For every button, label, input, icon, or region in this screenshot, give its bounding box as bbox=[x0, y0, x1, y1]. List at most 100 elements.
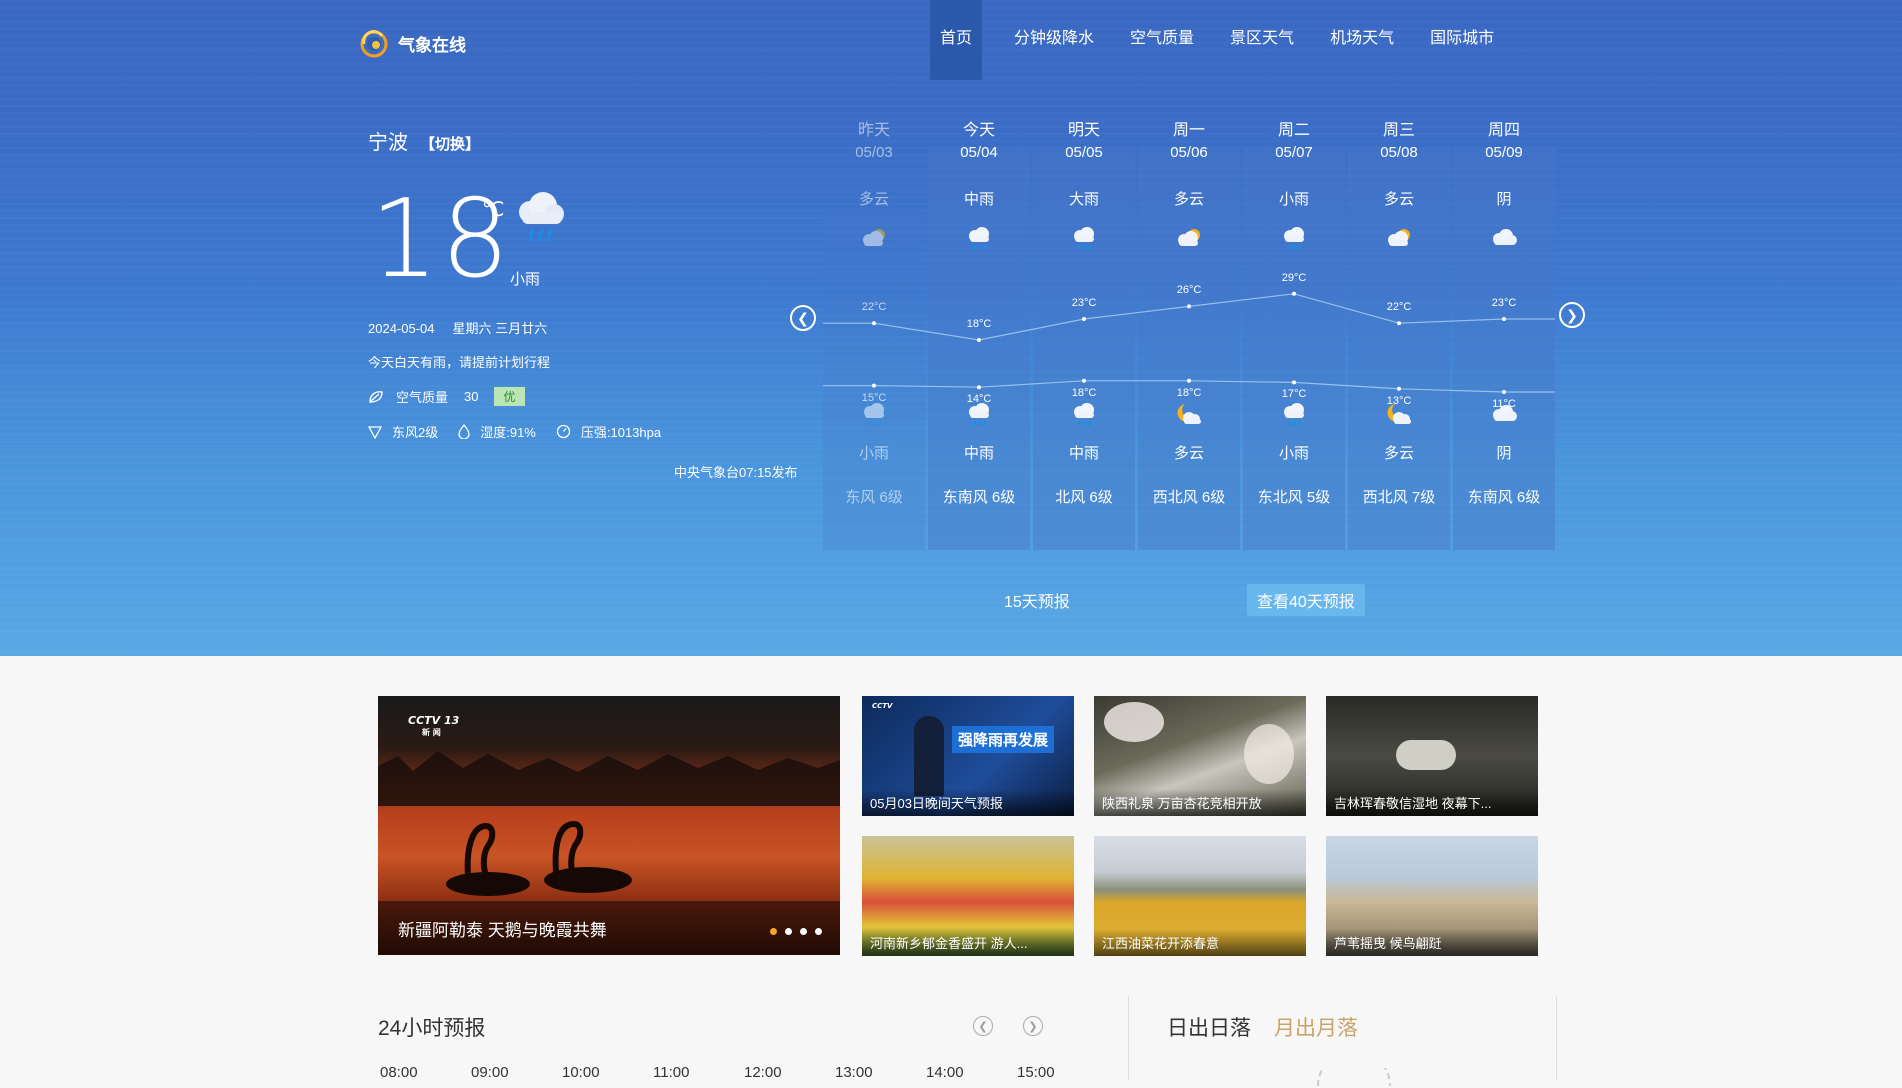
nav-scenic-weather[interactable]: 景区天气 bbox=[1212, 0, 1312, 80]
date-line: 2024-05-04 星期六 三月廿六 bbox=[368, 318, 547, 337]
nav-minute-precipitation[interactable]: 分钟级降水 bbox=[996, 0, 1112, 80]
air-quality-row[interactable]: 空气质量 30 优 bbox=[368, 387, 525, 406]
rain-icon bbox=[823, 400, 925, 440]
day-name: 周四 bbox=[1487, 122, 1520, 139]
hour-label: 08:00 bbox=[380, 1064, 418, 1081]
thumb-caption: 吉林珲春敬信湿地 夜幕下... bbox=[1326, 789, 1538, 816]
forecast-next-button[interactable]: ❯ bbox=[1559, 302, 1585, 328]
thumb-caption: 05月03日晚间天气预报 bbox=[862, 789, 1074, 816]
day-date: 05/09 bbox=[1485, 144, 1523, 161]
hour-label: 12:00 bbox=[744, 1064, 782, 1081]
carousel-dots bbox=[770, 928, 822, 935]
hour-label: 14:00 bbox=[926, 1064, 964, 1081]
forecast-day[interactable]: 周三 05/08 多云 多云 西北风 7级 bbox=[1348, 116, 1450, 550]
wind-direction-icon bbox=[368, 425, 382, 439]
forecast-day[interactable]: 周一 05/06 多云 多云 西北风 6级 bbox=[1138, 116, 1240, 550]
day-weather: 大雨 bbox=[1068, 191, 1099, 208]
cloud-icon bbox=[1453, 224, 1555, 264]
day-weather: 多云 bbox=[1383, 191, 1414, 208]
hour-label: 10:00 bbox=[562, 1064, 600, 1081]
carousel-dot[interactable] bbox=[785, 928, 792, 935]
day-weather: 多云 bbox=[1173, 191, 1204, 208]
day-wind: 东南风 6级 bbox=[1467, 489, 1541, 506]
forecast-day[interactable]: 今天 05/04 中雨 中雨 东南风 6级 bbox=[928, 116, 1030, 550]
rain-icon bbox=[1033, 224, 1135, 264]
video-thumb-wetland[interactable]: 吉林珲春敬信湿地 夜幕下... bbox=[1326, 696, 1538, 816]
hourly-title: 24小时预报 bbox=[378, 1017, 486, 1040]
current-city: 宁波 【切换】 bbox=[368, 126, 480, 155]
site-logo[interactable]: 气象在线 bbox=[356, 28, 466, 58]
air-quality-value: 30 bbox=[464, 389, 479, 404]
forecast-day[interactable]: 周四 05/09 阴阴东南风 6级 bbox=[1453, 116, 1555, 550]
nav-home[interactable]: 首页 bbox=[930, 0, 983, 80]
day-date: 05/05 bbox=[1065, 144, 1103, 161]
fifteen-day-forecast-button[interactable]: 15天预报 bbox=[1004, 588, 1070, 612]
nav-airport-weather[interactable]: 机场天气 bbox=[1312, 0, 1412, 80]
night-weather: 阴 bbox=[1496, 445, 1512, 462]
section-divider bbox=[1556, 996, 1557, 1080]
low-temp-label: 11°C bbox=[1492, 398, 1516, 410]
chevron-left-icon: ❮ bbox=[797, 309, 809, 326]
day-wind: 北风 6级 bbox=[1055, 489, 1113, 506]
day-weather: 小雨 bbox=[1278, 191, 1309, 208]
video-thumb-reed[interactable]: 芦苇摇曳 候鸟翩跹 bbox=[1326, 836, 1538, 956]
hourly-prev-button[interactable]: ❮ bbox=[973, 1016, 993, 1036]
hour-label: 09:00 bbox=[471, 1064, 509, 1081]
day-wind: 东南风 6级 bbox=[942, 489, 1016, 506]
day-wind: 东北风 5级 bbox=[1257, 489, 1331, 506]
hourly-next-button[interactable]: ❯ bbox=[1023, 1016, 1043, 1036]
day-name: 周一 bbox=[1172, 122, 1205, 139]
hour-label: 11:00 bbox=[653, 1064, 690, 1081]
carousel-dot[interactable] bbox=[770, 928, 777, 935]
pressure-gauge-icon bbox=[556, 424, 571, 439]
video-thumb-forecast[interactable]: CCTV 强降雨再发展 05月03日晚间天气预报 bbox=[862, 696, 1074, 816]
blossom-decoration bbox=[1104, 702, 1164, 742]
hourly-times: 08:00 09:00 10:00 11:00 12:00 13:00 14:0… bbox=[380, 1064, 1108, 1081]
hour-label: 15:00 bbox=[1017, 1064, 1055, 1081]
rain-cloud-icon bbox=[508, 186, 570, 253]
partly-cloudy-icon bbox=[1348, 224, 1450, 264]
video-thumb-apricot[interactable]: 陕西礼泉 万亩杏花竞相开放 bbox=[1094, 696, 1306, 816]
high-temp-label: 26°C bbox=[1176, 284, 1202, 297]
low-temp-label: 17°C bbox=[1281, 388, 1307, 401]
day-name: 今天 bbox=[962, 122, 995, 139]
chevron-left-icon: ❮ bbox=[978, 1020, 988, 1033]
night-weather: 中雨 bbox=[963, 445, 994, 462]
forecast-prev-button[interactable]: ❮ bbox=[790, 305, 816, 331]
high-temp-label: 22°C bbox=[1386, 301, 1412, 314]
day-date: 05/04 bbox=[960, 144, 998, 161]
featured-caption: 新疆阿勒泰 天鹅与晚霞共舞 bbox=[398, 921, 607, 940]
anchor-figure bbox=[914, 716, 944, 796]
thumb-overlay-title: 强降雨再发展 bbox=[952, 726, 1055, 753]
day-wind: 西北风 7级 bbox=[1362, 489, 1436, 506]
blossom-decoration bbox=[1244, 724, 1294, 784]
air-quality-label: 空气质量 bbox=[396, 390, 449, 405]
forecast-day[interactable]: 昨天 05/03 多云 小雨 东风 6级 bbox=[823, 116, 925, 550]
humidity-icon bbox=[458, 424, 470, 439]
forecast-day[interactable]: 周二 05/07 小雨 小雨 东北风 5级 bbox=[1243, 116, 1345, 550]
city-name: 宁波 bbox=[368, 132, 408, 154]
low-temp-label: 14°C bbox=[966, 393, 992, 406]
carousel-dot[interactable] bbox=[800, 928, 807, 935]
wind-stat: 东风2级 bbox=[368, 422, 438, 441]
video-thumb-rapeseed[interactable]: 江西油菜花开添春意 bbox=[1094, 836, 1306, 956]
nav-international-cities[interactable]: 国际城市 bbox=[1412, 0, 1512, 80]
video-thumb-tulip[interactable]: 河南新乡郁金香盛开 游人... bbox=[862, 836, 1074, 956]
high-temp-label: 18°C bbox=[966, 318, 992, 330]
featured-video[interactable]: CCTV 13 新 闻 新疆阿勒泰 天鹅与晚霞共舞 bbox=[378, 696, 840, 955]
hour-label: 13:00 bbox=[835, 1064, 873, 1081]
current-weather-desc: 小雨 bbox=[510, 271, 541, 288]
publish-info: 中央气象台07:15发布 bbox=[674, 465, 798, 480]
switch-city-button[interactable]: 【切换】 bbox=[420, 136, 480, 153]
day-name: 明天 bbox=[1067, 122, 1100, 139]
tab-sunrise-sunset[interactable]: 日出日落 bbox=[1167, 1012, 1251, 1042]
partly-cloudy-icon bbox=[823, 224, 925, 264]
forty-day-forecast-button[interactable]: 查看40天预报 bbox=[1247, 584, 1365, 616]
night-weather: 小雨 bbox=[858, 445, 889, 462]
day-date: 05/07 bbox=[1275, 144, 1313, 161]
weather-stats: 东风2级 湿度:91% 压强:1013hpa bbox=[368, 422, 681, 441]
nav-air-quality[interactable]: 空气质量 bbox=[1112, 0, 1212, 80]
tab-moonrise-moonset[interactable]: 月出月落 bbox=[1274, 1012, 1358, 1042]
carousel-dot[interactable] bbox=[815, 928, 822, 935]
forecast-day[interactable]: 明天 05/05 大雨 中雨 北风 6级 bbox=[1033, 116, 1135, 550]
